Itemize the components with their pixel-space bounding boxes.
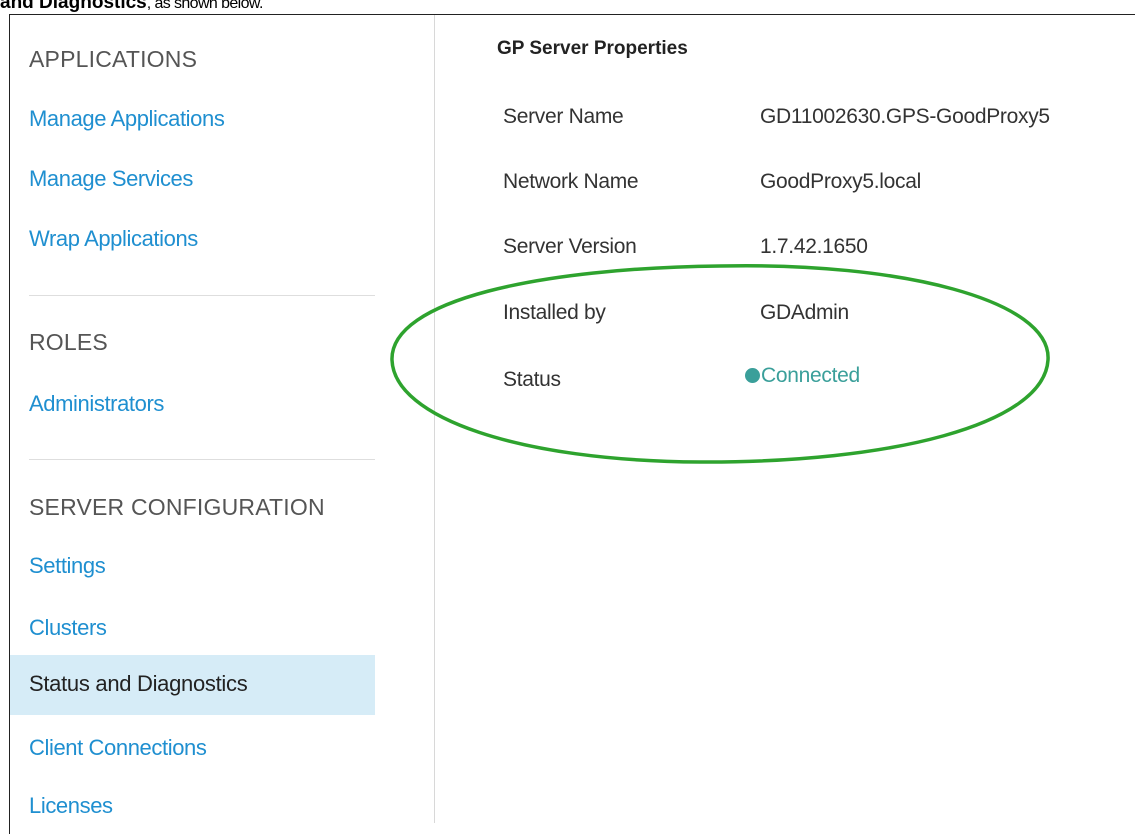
sidebar-item-client-connections[interactable]: Client Connections <box>29 735 207 761</box>
sidebar-item-wrap-applications[interactable]: Wrap Applications <box>29 226 198 252</box>
sidebar-item-manage-applications[interactable]: Manage Applications <box>29 106 225 132</box>
caption-bold: and Diagnostics <box>0 0 147 13</box>
property-value-server-version: 1.7.42.1650 <box>760 235 868 258</box>
section-heading-server-configuration: SERVER CONFIGURATION <box>29 494 325 520</box>
sidebar-item-settings[interactable]: Settings <box>29 553 106 579</box>
status-indicator: Connected <box>745 364 860 388</box>
sidebar-item-status-and-diagnostics-label: Status and Diagnostics <box>29 671 248 696</box>
caption-rest: , as shown below. <box>146 0 264 12</box>
sidebar-nav: APPLICATIONS Manage Applications Manage … <box>9 15 435 823</box>
sidebar-divider <box>29 295 375 296</box>
page-title: GP Server Properties <box>497 38 688 59</box>
sidebar-item-clusters[interactable]: Clusters <box>29 615 107 641</box>
property-label-server-version: Server Version <box>503 235 637 258</box>
property-label-network-name: Network Name <box>503 170 639 193</box>
property-value-installed-by: GDAdmin <box>760 301 849 324</box>
property-value-network-name: GoodProxy5.local <box>760 170 921 193</box>
sidebar-item-manage-services[interactable]: Manage Services <box>29 166 193 192</box>
property-label-server-name: Server Name <box>503 105 624 128</box>
section-heading-applications: APPLICATIONS <box>29 46 198 72</box>
status-dot-icon <box>745 368 760 383</box>
section-heading-roles: ROLES <box>29 329 108 355</box>
caption-text: and Diagnostics, as shown below. <box>0 0 264 13</box>
sidebar-item-administrators[interactable]: Administrators <box>29 391 164 417</box>
property-label-status: Status <box>503 368 561 391</box>
sidebar-item-licenses[interactable]: Licenses <box>29 793 113 819</box>
status-value-text: Connected <box>761 364 860 387</box>
property-label-installed-by: Installed by <box>503 301 606 324</box>
sidebar-divider <box>29 459 375 460</box>
property-value-server-name: GD11002630.GPS-GoodProxy5 <box>760 105 1050 128</box>
